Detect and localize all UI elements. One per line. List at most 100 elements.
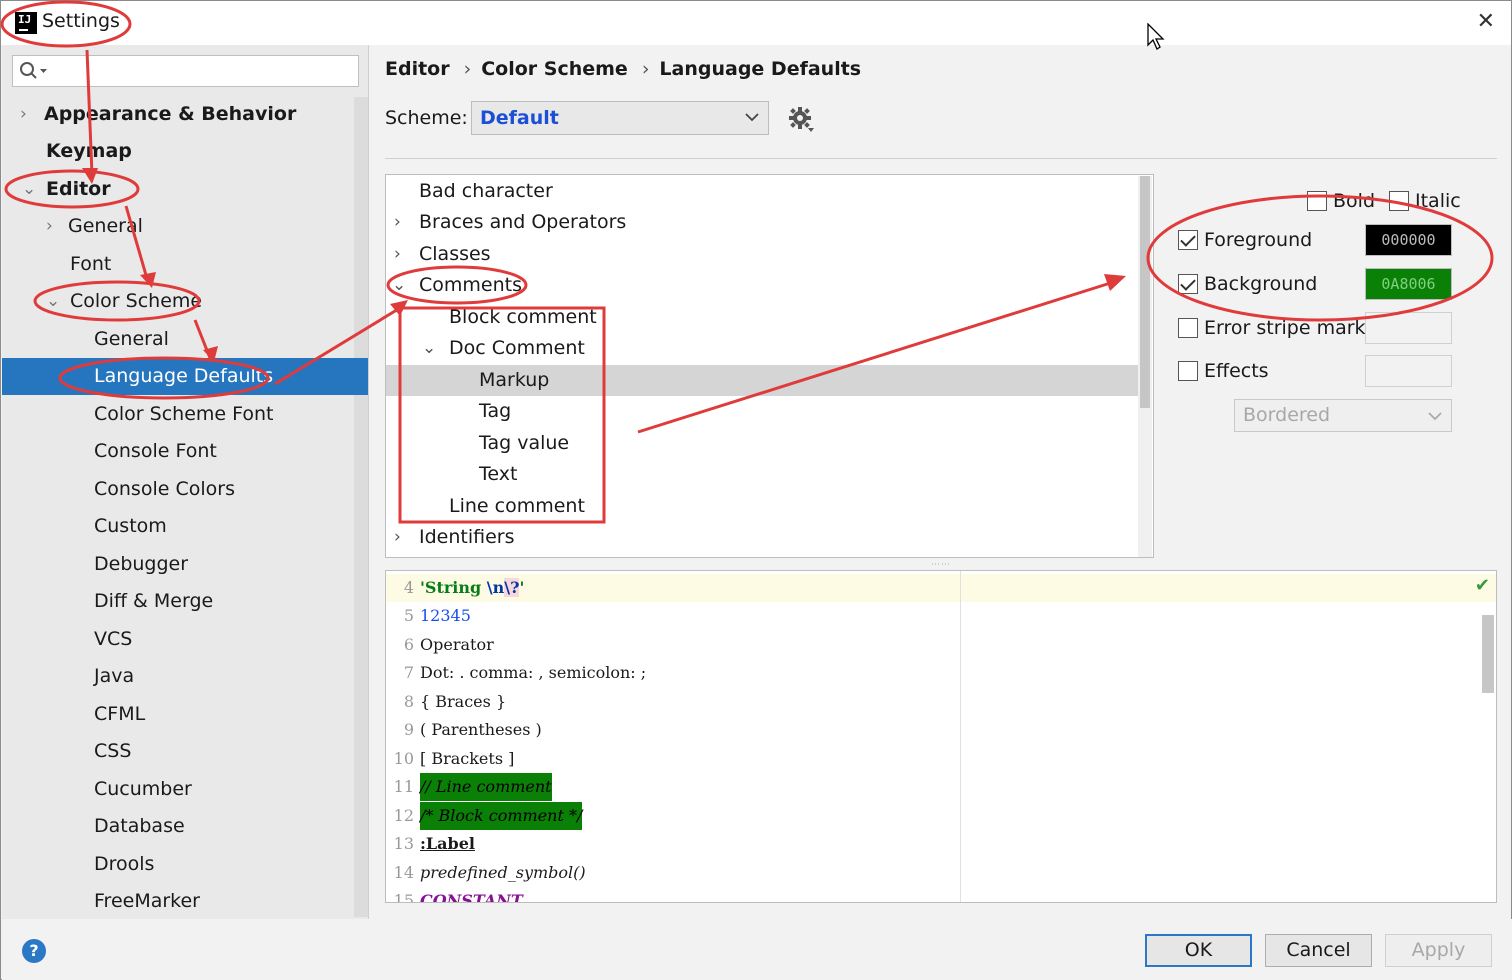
- foreground-checkbox[interactable]: [1178, 230, 1198, 250]
- sidebar-item-label: CSS: [94, 740, 132, 762]
- code-line: 11 // Line comment: [386, 773, 960, 801]
- section-divider: [385, 158, 1497, 159]
- sidebar-item-color-scheme-font[interactable]: Color Scheme Font: [2, 396, 354, 433]
- sidebar-item-label: Drools: [94, 853, 155, 875]
- close-icon[interactable]: ✕: [1477, 9, 1495, 34]
- effects-type-value: Bordered: [1243, 404, 1331, 426]
- line-text: { Braces }: [420, 692, 507, 711]
- sidebar-item-label: Appearance & Behavior: [44, 103, 297, 125]
- line-number: 13: [393, 834, 414, 853]
- scrollbar-thumb[interactable]: [1140, 176, 1150, 408]
- chevron-right-icon: ›: [463, 58, 472, 80]
- sidebar-scrollbar[interactable]: [354, 97, 368, 917]
- settings-search-input[interactable]: [12, 55, 359, 87]
- sidebar-item-font[interactable]: Font: [2, 246, 354, 283]
- sidebar-item-cucumber[interactable]: Cucumber: [2, 771, 354, 808]
- error-stripe-color-swatch[interactable]: [1365, 312, 1452, 344]
- breadcrumb-editor[interactable]: Editor: [385, 58, 450, 80]
- line-text: predefined_symbol(): [420, 863, 586, 882]
- gear-icon[interactable]: [789, 107, 815, 133]
- sidebar-item-label: Editor: [46, 178, 111, 200]
- sidebar-item-cfml[interactable]: CFML: [2, 696, 354, 733]
- sidebar-item-console-colors[interactable]: Console Colors: [2, 471, 354, 508]
- sidebar-item-console-font[interactable]: Console Font: [2, 433, 354, 470]
- tree-item-block-comment[interactable]: Block comment: [386, 302, 1139, 333]
- tree-item-markup[interactable]: Markup: [386, 365, 1139, 396]
- foreground-color-swatch[interactable]: 000000: [1365, 224, 1452, 256]
- sidebar-item-vcs[interactable]: VCS: [2, 621, 354, 658]
- splitter-handle[interactable]: ⋯⋯: [931, 560, 951, 570]
- background-label: Background: [1204, 273, 1318, 295]
- breadcrumb: Editor › Color Scheme › Language Defaults: [385, 58, 871, 80]
- tree-item-doc-comment[interactable]: ⌄ Doc Comment: [386, 333, 1139, 364]
- sidebar-item-label: Language Defaults: [94, 365, 274, 387]
- help-icon[interactable]: ?: [22, 939, 46, 963]
- sidebar-item-language-defaults[interactable]: Language Defaults: [2, 358, 368, 395]
- sidebar-item-css[interactable]: CSS: [2, 733, 354, 770]
- code-line: 10 [ Brackets ]: [386, 745, 960, 773]
- code-line: 8 { Braces }: [386, 688, 960, 716]
- sidebar-item-label: Keymap: [46, 140, 132, 162]
- sidebar-item-debugger[interactable]: Debugger: [2, 546, 354, 583]
- tree-item-braces-operators[interactable]: › Braces and Operators: [386, 207, 1139, 238]
- settings-sidebar: › Appearance & Behavior Keymap ⌄ Editor …: [2, 45, 369, 919]
- line-number: 6: [403, 635, 414, 654]
- effects-color-swatch[interactable]: [1365, 355, 1452, 387]
- tree-item-comments[interactable]: ⌄ Comments: [386, 270, 1139, 301]
- sidebar-item-label: General: [94, 328, 169, 350]
- effects-checkbox[interactable]: [1178, 361, 1198, 381]
- title-bar: IJ Settings ✕: [1, 1, 1511, 45]
- sidebar-item-freemarker[interactable]: FreeMarker: [2, 883, 354, 920]
- line-text: CONSTANT: [420, 891, 523, 903]
- tree-item-tag-value[interactable]: Tag value: [386, 428, 1139, 459]
- elements-scrollbar[interactable]: [1138, 176, 1152, 557]
- code-line: 12 /* Block comment */: [386, 802, 960, 830]
- tree-item-identifiers[interactable]: › Identifiers: [386, 522, 1139, 553]
- effects-type-dropdown[interactable]: Bordered: [1234, 399, 1452, 432]
- sidebar-item-label: Debugger: [94, 553, 189, 575]
- code-preview[interactable]: 4 'String \n\?' 5 12345 6 Operator 7 Dot…: [385, 570, 1497, 903]
- sidebar-item-general[interactable]: › General: [2, 208, 354, 245]
- background-row: Background: [1178, 270, 1358, 298]
- italic-label: Italic: [1415, 190, 1461, 212]
- bold-checkbox[interactable]: [1307, 191, 1327, 211]
- line-number: 9: [403, 720, 414, 739]
- error-stripe-checkbox[interactable]: [1178, 318, 1198, 338]
- tree-item-bad-character[interactable]: Bad character: [386, 176, 1139, 207]
- scheme-dropdown[interactable]: Default: [471, 101, 769, 135]
- sidebar-item-java[interactable]: Java: [2, 658, 354, 695]
- tree-item-line-comment[interactable]: Line comment: [386, 491, 1139, 522]
- breadcrumb-color-scheme[interactable]: Color Scheme: [481, 58, 628, 80]
- line-text: 12345: [420, 606, 471, 625]
- block-comment-text: /* Block comment */: [420, 802, 583, 830]
- line-number: 4: [403, 578, 414, 597]
- tree-item-text[interactable]: Text: [386, 459, 1139, 490]
- italic-checkbox[interactable]: [1389, 191, 1409, 211]
- ok-button[interactable]: OK: [1145, 934, 1252, 967]
- sidebar-item-appearance-behavior[interactable]: › Appearance & Behavior: [2, 96, 354, 133]
- sidebar-item-custom[interactable]: Custom: [2, 508, 354, 545]
- tree-item-tag[interactable]: Tag: [386, 396, 1139, 427]
- sidebar-item-diff-merge[interactable]: Diff & Merge: [2, 583, 354, 620]
- chevron-down-icon: [745, 113, 759, 122]
- cancel-button[interactable]: Cancel: [1265, 934, 1372, 967]
- background-color-swatch[interactable]: 0A8006: [1365, 268, 1452, 300]
- apply-button[interactable]: Apply: [1385, 934, 1492, 967]
- sidebar-item-drools[interactable]: Drools: [2, 846, 354, 883]
- background-checkbox[interactable]: [1178, 274, 1198, 294]
- line-number: 14: [393, 863, 414, 882]
- sidebar-item-keymap[interactable]: Keymap: [2, 133, 354, 170]
- code-line: 13 :Label: [386, 830, 960, 858]
- tree-item-label: Identifiers: [419, 526, 515, 548]
- sidebar-item-label: Database: [94, 815, 185, 837]
- dialog-button-bar: ? OK Cancel Apply: [2, 919, 1512, 980]
- tree-item-classes[interactable]: › Classes: [386, 239, 1139, 270]
- sidebar-item-color-scheme-general[interactable]: General: [2, 321, 354, 358]
- sidebar-item-editor[interactable]: ⌄ Editor: [2, 171, 354, 208]
- sidebar-item-label: Console Colors: [94, 478, 235, 500]
- sidebar-item-color-scheme[interactable]: ⌄ Color Scheme: [2, 283, 354, 320]
- sidebar-item-database[interactable]: Database: [2, 808, 354, 845]
- chevron-right-icon: ›: [641, 58, 650, 80]
- preview-scrollbar-thumb[interactable]: [1482, 615, 1494, 693]
- line-number: 10: [393, 749, 414, 768]
